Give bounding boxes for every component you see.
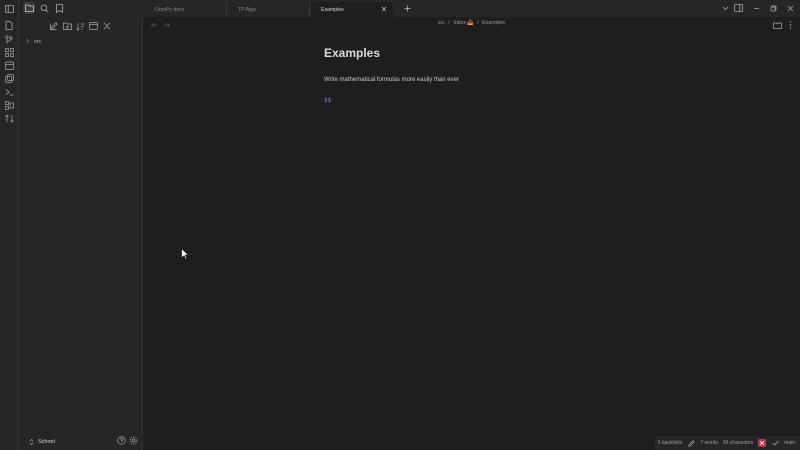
reading-view-icon[interactable] — [772, 20, 782, 30]
chevron-updown-icon — [26, 437, 36, 447]
mouse-cursor-icon — [181, 247, 190, 260]
tab-tp-algo[interactable]: TP Algo — [228, 2, 310, 17]
word-count: 7 words — [700, 440, 718, 446]
new-tab-button[interactable] — [402, 3, 412, 13]
git-branch-icon[interactable] — [3, 33, 15, 45]
vault-switcher[interactable]: School — [19, 433, 143, 450]
right-sidebar-toggle-icon[interactable] — [733, 3, 743, 13]
blocks-icon[interactable] — [3, 99, 15, 111]
note-title[interactable]: Examples — [324, 46, 380, 60]
edit-pencil-icon[interactable] — [687, 439, 695, 447]
ribbon — [0, 0, 19, 450]
breadcrumb-current[interactable]: Examples — [482, 20, 505, 26]
minimize-icon[interactable] — [751, 3, 761, 13]
tab-label: TP Algo — [238, 6, 257, 13]
tab-label: Examples — [321, 6, 344, 13]
auto-reveal-icon[interactable] — [87, 20, 99, 32]
tree-item-label: src — [34, 39, 42, 45]
copy-icon[interactable] — [3, 72, 15, 84]
breadcrumb-separator: / — [448, 20, 450, 26]
tab-bar: OctoPy docs TP Algo Examples — [143, 0, 800, 17]
gear-icon[interactable] — [129, 436, 138, 447]
backlinks-count[interactable]: 0 backlinks — [658, 440, 683, 446]
new-note-icon[interactable] — [48, 20, 60, 32]
math-block-delimiter[interactable]: $$ — [324, 97, 331, 104]
restore-icon[interactable] — [768, 3, 778, 13]
close-tab-icon[interactable] — [380, 5, 388, 13]
vault-name: School — [38, 438, 55, 445]
collapse-all-icon[interactable] — [101, 20, 113, 32]
help-icon[interactable] — [117, 436, 126, 447]
checkmark-icon[interactable] — [771, 439, 779, 447]
sidebar-tab-header — [19, 0, 143, 17]
tab-octopy-docs[interactable]: OctoPy docs — [145, 2, 227, 17]
new-folder-icon[interactable] — [61, 20, 73, 32]
view-header: src / Inbox 📥 / Examples — [143, 17, 800, 32]
file-explorer-actions — [19, 20, 143, 32]
tab-examples[interactable]: Examples — [311, 2, 393, 17]
sync-status-icon[interactable] — [758, 439, 767, 447]
file-explorer: src School — [19, 17, 143, 450]
folder-icon[interactable] — [23, 2, 35, 14]
app-window: src School OctoPy docs TP Algo Examples … — [0, 0, 800, 450]
more-options-icon[interactable] — [785, 20, 795, 30]
breadcrumb-inbox[interactable]: Inbox 📥 — [453, 20, 474, 26]
tab-label: OctoPy docs — [155, 6, 185, 13]
file-icon[interactable] — [3, 19, 15, 31]
tab-list-chevron-icon[interactable] — [720, 3, 730, 13]
close-window-icon[interactable] — [785, 3, 795, 13]
sort-order-icon[interactable] — [74, 20, 86, 32]
breadcrumb-separator: / — [477, 20, 479, 26]
status-bar: 0 backlinks 7 words 56 characters main — [654, 436, 800, 450]
terminal-icon[interactable] — [3, 86, 15, 98]
note-paragraph[interactable]: Write mathematical formulas more easily … — [324, 77, 459, 83]
git-branch-name[interactable]: main — [784, 440, 795, 446]
bookmark-icon[interactable] — [53, 2, 65, 14]
sidebar-toggle-icon[interactable] — [3, 3, 15, 15]
sort-icon[interactable] — [3, 112, 15, 124]
chevron-right-icon — [25, 38, 30, 46]
breadcrumb: src / Inbox 📥 / Examples — [143, 20, 800, 26]
tree-folder-src[interactable]: src — [25, 36, 135, 48]
character-count: 56 characters — [722, 440, 754, 446]
search-icon[interactable] — [38, 2, 50, 14]
graph-icon[interactable] — [3, 46, 15, 58]
calendar-icon[interactable] — [3, 59, 15, 71]
breadcrumb-src[interactable]: src — [438, 20, 445, 26]
